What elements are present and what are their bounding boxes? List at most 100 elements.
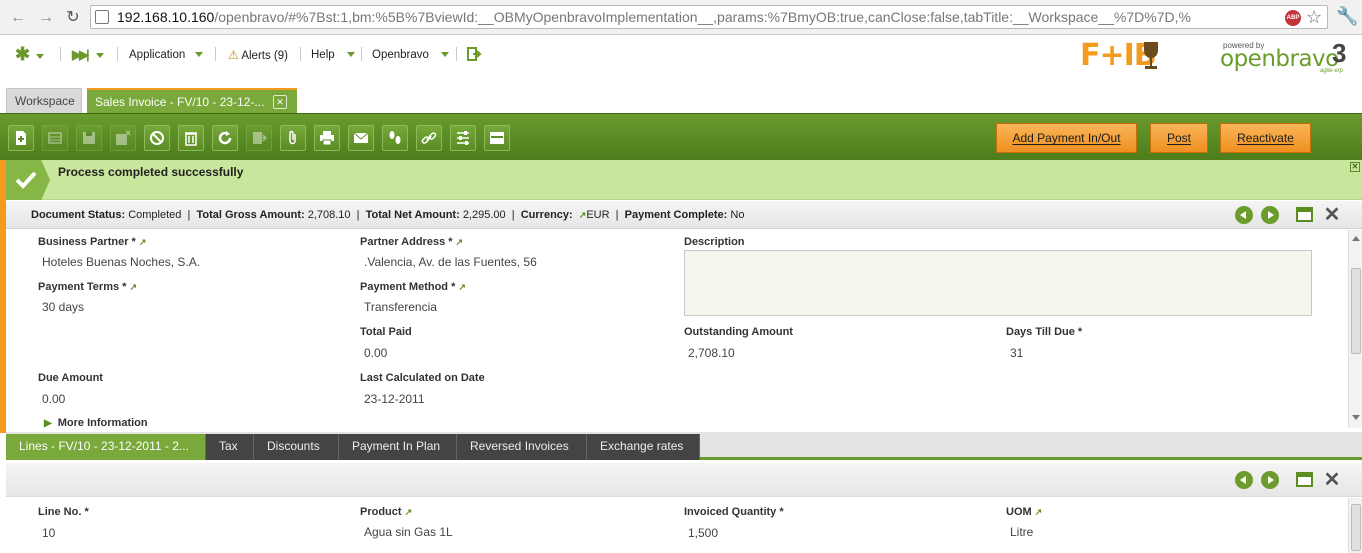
description-textarea[interactable] (684, 250, 1312, 316)
tab-workspace[interactable]: Workspace (6, 88, 82, 113)
product-field[interactable]: Agua sin Gas 1L (364, 525, 453, 539)
payment-complete-value: No (730, 209, 745, 221)
alerts-menu[interactable]: ⚠ Alerts (9) (228, 47, 288, 63)
close-message-icon[interactable]: ✕ (1350, 162, 1360, 172)
description-label: Description (684, 236, 745, 248)
adblock-icon[interactable]: ABP (1285, 10, 1301, 26)
address-bar[interactable]: 192.168.10.160/openbravo/#%7Bst:1,bm:%5B… (90, 5, 1328, 29)
delete-icon[interactable] (178, 125, 204, 151)
add-payment-button[interactable]: Add Payment In/Out (996, 123, 1137, 153)
maximize-lines-icon[interactable] (1296, 472, 1313, 487)
link-arrow-icon[interactable]: ↗ (405, 507, 413, 518)
wine-glass-icon (1144, 42, 1158, 69)
logout-icon[interactable] (467, 47, 482, 63)
success-message-text: Process completed successfully (58, 165, 244, 179)
quick-create-menu[interactable]: ▶▶| (72, 47, 104, 63)
uom-label-text: UOM (1006, 506, 1032, 518)
payment-terms-field[interactable]: 30 days (42, 300, 84, 314)
last-calculated-label: Last Calculated on Date (360, 372, 485, 384)
next-record-icon[interactable] (1261, 206, 1279, 224)
subtab-reversed-invoices[interactable]: Reversed Invoices (457, 434, 587, 460)
subtab-lines[interactable]: Lines - FV/10 - 23-12-2011 - 2... (6, 434, 206, 460)
url-host: 192.168.10.160 (117, 9, 215, 25)
business-partner-label: Business Partner * ↗ (38, 236, 146, 248)
toggle-view-icon[interactable] (484, 125, 510, 151)
bookmark-star-icon[interactable]: ☆ (1306, 7, 1322, 28)
close-lines-icon[interactable]: ✕ (1323, 470, 1341, 490)
due-amount-field: 0.00 (42, 392, 66, 406)
business-partner-field[interactable]: Hoteles Buenas Noches, S.A. (42, 255, 200, 269)
refresh-icon[interactable] (212, 125, 238, 151)
quick-launch-menu[interactable]: ✱ (15, 45, 45, 63)
subtab-discounts[interactable]: Discounts (254, 434, 339, 460)
undo-icon[interactable] (144, 125, 170, 151)
company-logo: F+IB (1080, 38, 1162, 74)
attachment-icon[interactable] (280, 125, 306, 151)
print-icon[interactable] (314, 125, 340, 151)
subtab-payment-in-plan[interactable]: Payment In Plan (339, 434, 457, 460)
main-tab-strip: Workspace Sales Invoice - FV/10 - 23-12-… (0, 86, 1362, 113)
subtab-tax[interactable]: Tax (206, 434, 254, 460)
form-scrollbar[interactable] (1348, 230, 1362, 428)
total-paid-label: Total Paid (360, 326, 412, 338)
chevron-down-icon (95, 53, 104, 59)
chevron-down-icon (346, 52, 355, 58)
wrench-icon[interactable]: 🔧 (1336, 6, 1358, 27)
tools-icon[interactable] (450, 125, 476, 151)
subtab-exchange-rates[interactable]: Exchange rates (587, 434, 700, 460)
help-menu[interactable]: Help (311, 47, 355, 63)
export-icon[interactable] (246, 125, 272, 151)
invoiced-quantity-label: Invoiced Quantity * (684, 506, 784, 518)
record-toolbar: Add Payment In/Out Post Reactivate (0, 113, 1362, 160)
reload-icon[interactable]: ↻ (63, 8, 83, 28)
link-arrow-icon[interactable]: ↗ (129, 282, 137, 293)
browser-toolbar: ← → ↻ 192.168.10.160/openbravo/#%7Bst:1,… (0, 0, 1362, 35)
new-record-icon[interactable] (8, 125, 34, 151)
link-arrow-icon[interactable]: ↗ (1035, 507, 1043, 518)
payment-terms-label: Payment Terms * ↗ (38, 281, 137, 293)
reactivate-button[interactable]: Reactivate (1220, 123, 1311, 153)
next-line-icon[interactable] (1261, 471, 1279, 489)
openbravo-logo: powered by openbravo 3 agile erp (1220, 38, 1355, 76)
invoiced-quantity-field[interactable]: 1,500 (688, 526, 718, 540)
link-arrow-icon[interactable]: ↗ (139, 237, 147, 248)
previous-record-icon[interactable] (1235, 206, 1253, 224)
close-tab-icon[interactable]: ✕ (273, 95, 287, 109)
forward-arrow-icon[interactable]: → (36, 8, 56, 28)
total-paid-field: 0.00 (364, 346, 388, 360)
triangle-right-icon: ▶ (44, 418, 52, 429)
link-icon[interactable] (416, 125, 442, 151)
close-form-icon[interactable]: ✕ (1323, 205, 1341, 225)
last-calculated-field: 23-12-2011 (364, 392, 425, 406)
maximize-icon[interactable] (1296, 207, 1313, 222)
openbravo-version-text: 3 (1332, 38, 1347, 68)
status-bar-text: Document Status: Completed | Total Gross… (31, 209, 745, 221)
more-information-section[interactable]: ▶ More Information (44, 417, 148, 429)
url-path: /openbravo/#%7Bst:1,bm:%5B%7BviewId:__OB… (214, 9, 1191, 25)
post-button[interactable]: Post (1150, 123, 1208, 153)
line-no-field[interactable]: 10 (42, 526, 55, 540)
link-arrow-icon[interactable]: ↗ (458, 282, 466, 293)
line-no-label: Line No. * (38, 506, 89, 518)
lines-scrollbar[interactable] (1348, 498, 1362, 553)
uom-label: UOM ↗ (1006, 506, 1042, 518)
tab-sales-invoice-label: Sales Invoice - FV/10 - 23-12-... (95, 95, 265, 109)
link-arrow-icon[interactable]: ↗ (456, 237, 464, 248)
openbravo-tagline-text: agile erp (1320, 68, 1344, 74)
warning-icon: ⚠ (228, 48, 239, 62)
partner-address-label: Partner Address * ↗ (360, 236, 463, 248)
save-icon[interactable] (76, 125, 102, 151)
new-row-icon[interactable] (42, 125, 68, 151)
user-profile-menu[interactable]: Openbravo (372, 47, 449, 63)
uom-field[interactable]: Litre (1010, 525, 1033, 539)
partner-address-field[interactable]: .Valencia, Av. de las Fuentes, 56 (364, 255, 537, 269)
previous-line-icon[interactable] (1235, 471, 1253, 489)
tab-sales-invoice[interactable]: Sales Invoice - FV/10 - 23-12-... ✕ (87, 88, 297, 113)
payment-method-field[interactable]: Transferencia (364, 300, 437, 314)
business-partner-label-text: Business Partner * (38, 236, 136, 248)
back-arrow-icon[interactable]: ← (8, 8, 28, 28)
email-icon[interactable] (348, 125, 374, 151)
application-menu[interactable]: Application (129, 47, 204, 63)
save-close-icon[interactable] (110, 125, 136, 151)
audit-trail-icon[interactable] (382, 125, 408, 151)
